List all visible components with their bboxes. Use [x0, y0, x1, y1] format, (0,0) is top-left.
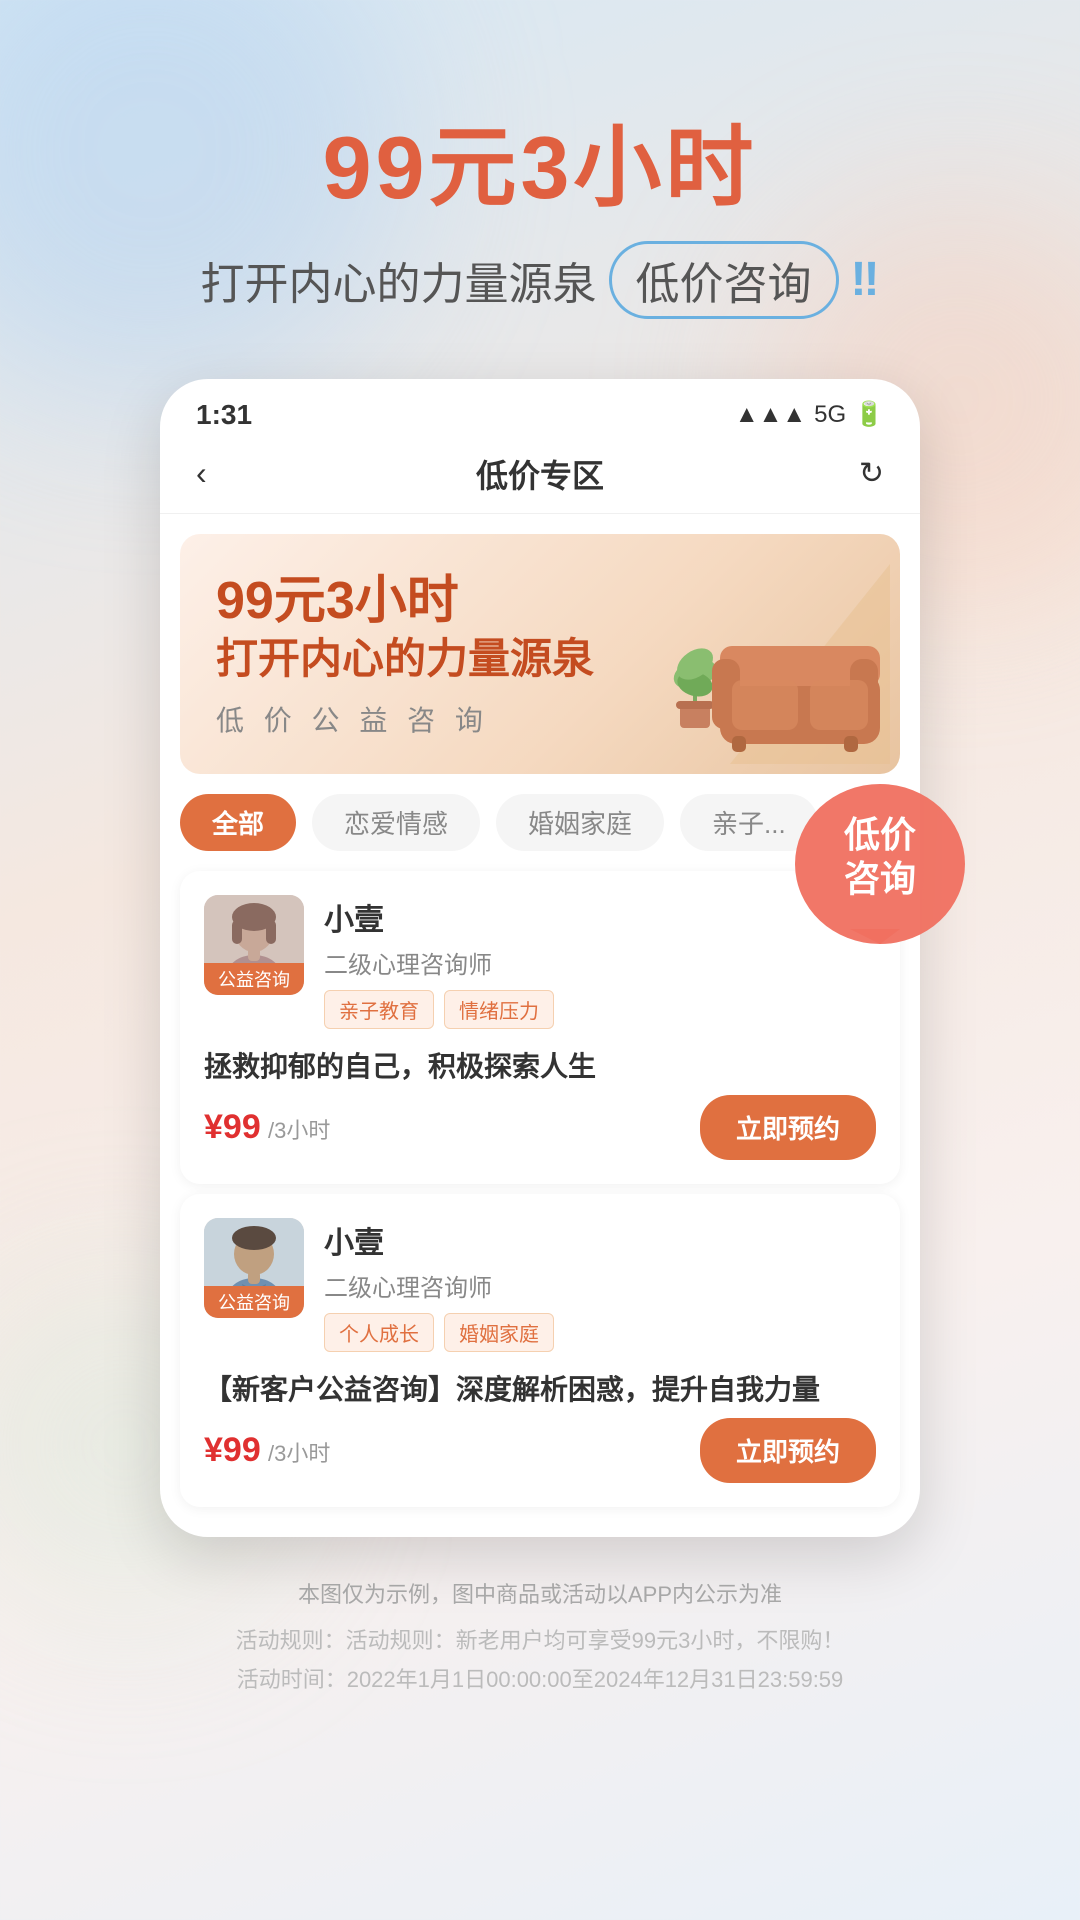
floating-badge-container: 低价 咨询 — [790, 779, 970, 984]
battery-icon: 🔋 — [854, 400, 884, 429]
counselor-footer-2: ¥99 /3小时 立即预约 — [204, 1418, 876, 1483]
tab-all[interactable]: 全部 — [180, 794, 296, 851]
phone-mockup-area: 低价 咨询 1:31 ▲▲▲ 5G 🔋 ‹ 低价专区 ↻ — [110, 379, 970, 1537]
counselor-desc-2: 【新客户公益咨询】深度解析困惑，提升自我力量 — [204, 1368, 876, 1408]
tag-emotion: 情绪压力 — [444, 990, 554, 1029]
banner-illustration — [650, 564, 890, 764]
tag-parenting: 亲子教育 — [324, 990, 434, 1029]
book-button-1[interactable]: 立即预约 — [700, 1095, 876, 1160]
counselor-price-1: ¥99 /3小时 — [204, 1108, 330, 1147]
price-unit-1: /3小时 — [268, 1118, 330, 1143]
avatar-badge-2: 公益咨询 — [204, 1286, 304, 1318]
price-unit-2: /3小时 — [268, 1441, 330, 1466]
disclaimer-main: 本图仅为示例，图中商品或活动以APP内公示为准 — [236, 1577, 845, 1609]
counselor-tags-1: 亲子教育 情绪压力 — [324, 990, 876, 1029]
hero-subtitle-text: 打开内心的力量源泉 — [201, 248, 597, 312]
phone-nav: ‹ 低价专区 ↻ — [160, 441, 920, 514]
counselor-tags-2: 个人成长 婚姻家庭 — [324, 1313, 876, 1352]
counselor-header-1: 公益咨询 小壹 二级心理咨询师 亲子教育 情绪压力 — [204, 895, 876, 1029]
disclaimer-time-text: 活动时间：2022年1月1日00:00:00至2024年12月31日23:59:… — [236, 1660, 845, 1700]
counselor-info-2: 小壹 二级心理咨询师 个人成长 婚姻家庭 — [324, 1218, 876, 1352]
price-amount-1: ¥99 — [204, 1108, 261, 1146]
banner-decoration — [640, 534, 900, 774]
nav-title: 低价专区 — [476, 451, 604, 497]
counselor-price-2: ¥99 /3小时 — [204, 1431, 330, 1470]
avatar-badge-1: 公益咨询 — [204, 963, 304, 995]
status-time: 1:31 — [196, 399, 252, 431]
nav-back-button[interactable]: ‹ — [196, 455, 207, 492]
svg-text:咨询: 咨询 — [844, 858, 916, 899]
disclaimer-section: 本图仅为示例，图中商品或活动以APP内公示为准 活动规则：活动规则：新老用户均可… — [176, 1537, 905, 1760]
banner-card: 99元3小时 打开内心的力量源泉 低 价 公 益 咨 询 — [180, 534, 900, 774]
page-content: 99元3小时 打开内心的力量源泉 低价咨询 ‼ 低价 咨询 1:31 — [0, 0, 1080, 1760]
tab-marriage[interactable]: 婚姻家庭 — [496, 794, 664, 851]
counselor-avatar-2: 公益咨询 — [204, 1218, 304, 1318]
signal-icon: ▲▲▲ — [735, 401, 806, 429]
tag-marriage: 婚姻家庭 — [444, 1313, 554, 1352]
hero-title: 99元3小时 — [201, 120, 880, 217]
counselor-name-2: 小壹 — [324, 1218, 876, 1262]
svg-text:低价: 低价 — [844, 814, 916, 855]
status-bar: 1:31 ▲▲▲ 5G 🔋 — [160, 379, 920, 441]
hero-exclamation: ‼ — [851, 252, 880, 307]
status-icons: ▲▲▲ 5G 🔋 — [735, 400, 884, 429]
disclaimer-rules: 活动规则：活动规则：新老用户均可享受99元3小时，不限购！ 活动时间：2022年… — [236, 1621, 845, 1700]
network-type: 5G — [814, 401, 846, 429]
hero-section: 99元3小时 打开内心的力量源泉 低价咨询 ‼ — [201, 0, 880, 359]
book-button-2[interactable]: 立即预约 — [700, 1418, 876, 1483]
hero-subtitle-highlight: 低价咨询 — [609, 241, 839, 319]
hero-subtitle: 打开内心的力量源泉 低价咨询 ‼ — [201, 241, 880, 319]
floating-badge: 低价 咨询 — [790, 779, 970, 979]
tab-love[interactable]: 恋爱情感 — [312, 794, 480, 851]
counselor-header-2: 公益咨询 小壹 二级心理咨询师 个人成长 婚姻家庭 — [204, 1218, 876, 1352]
counselor-card-2: 公益咨询 小壹 二级心理咨询师 个人成长 婚姻家庭 【新客户公益咨询】深度解析困… — [180, 1194, 900, 1507]
counselor-level-2: 二级心理咨询师 — [324, 1268, 876, 1303]
counselor-footer-1: ¥99 /3小时 立即预约 — [204, 1095, 876, 1160]
counselor-desc-1: 拯救抑郁的自己，积极探索人生 — [204, 1045, 876, 1085]
nav-share-button[interactable]: ↻ — [859, 456, 884, 491]
disclaimer-rules-text: 活动规则：活动规则：新老用户均可享受99元3小时，不限购！ — [236, 1621, 845, 1661]
counselor-avatar-1: 公益咨询 — [204, 895, 304, 995]
price-amount-2: ¥99 — [204, 1431, 261, 1469]
tag-growth: 个人成长 — [324, 1313, 434, 1352]
